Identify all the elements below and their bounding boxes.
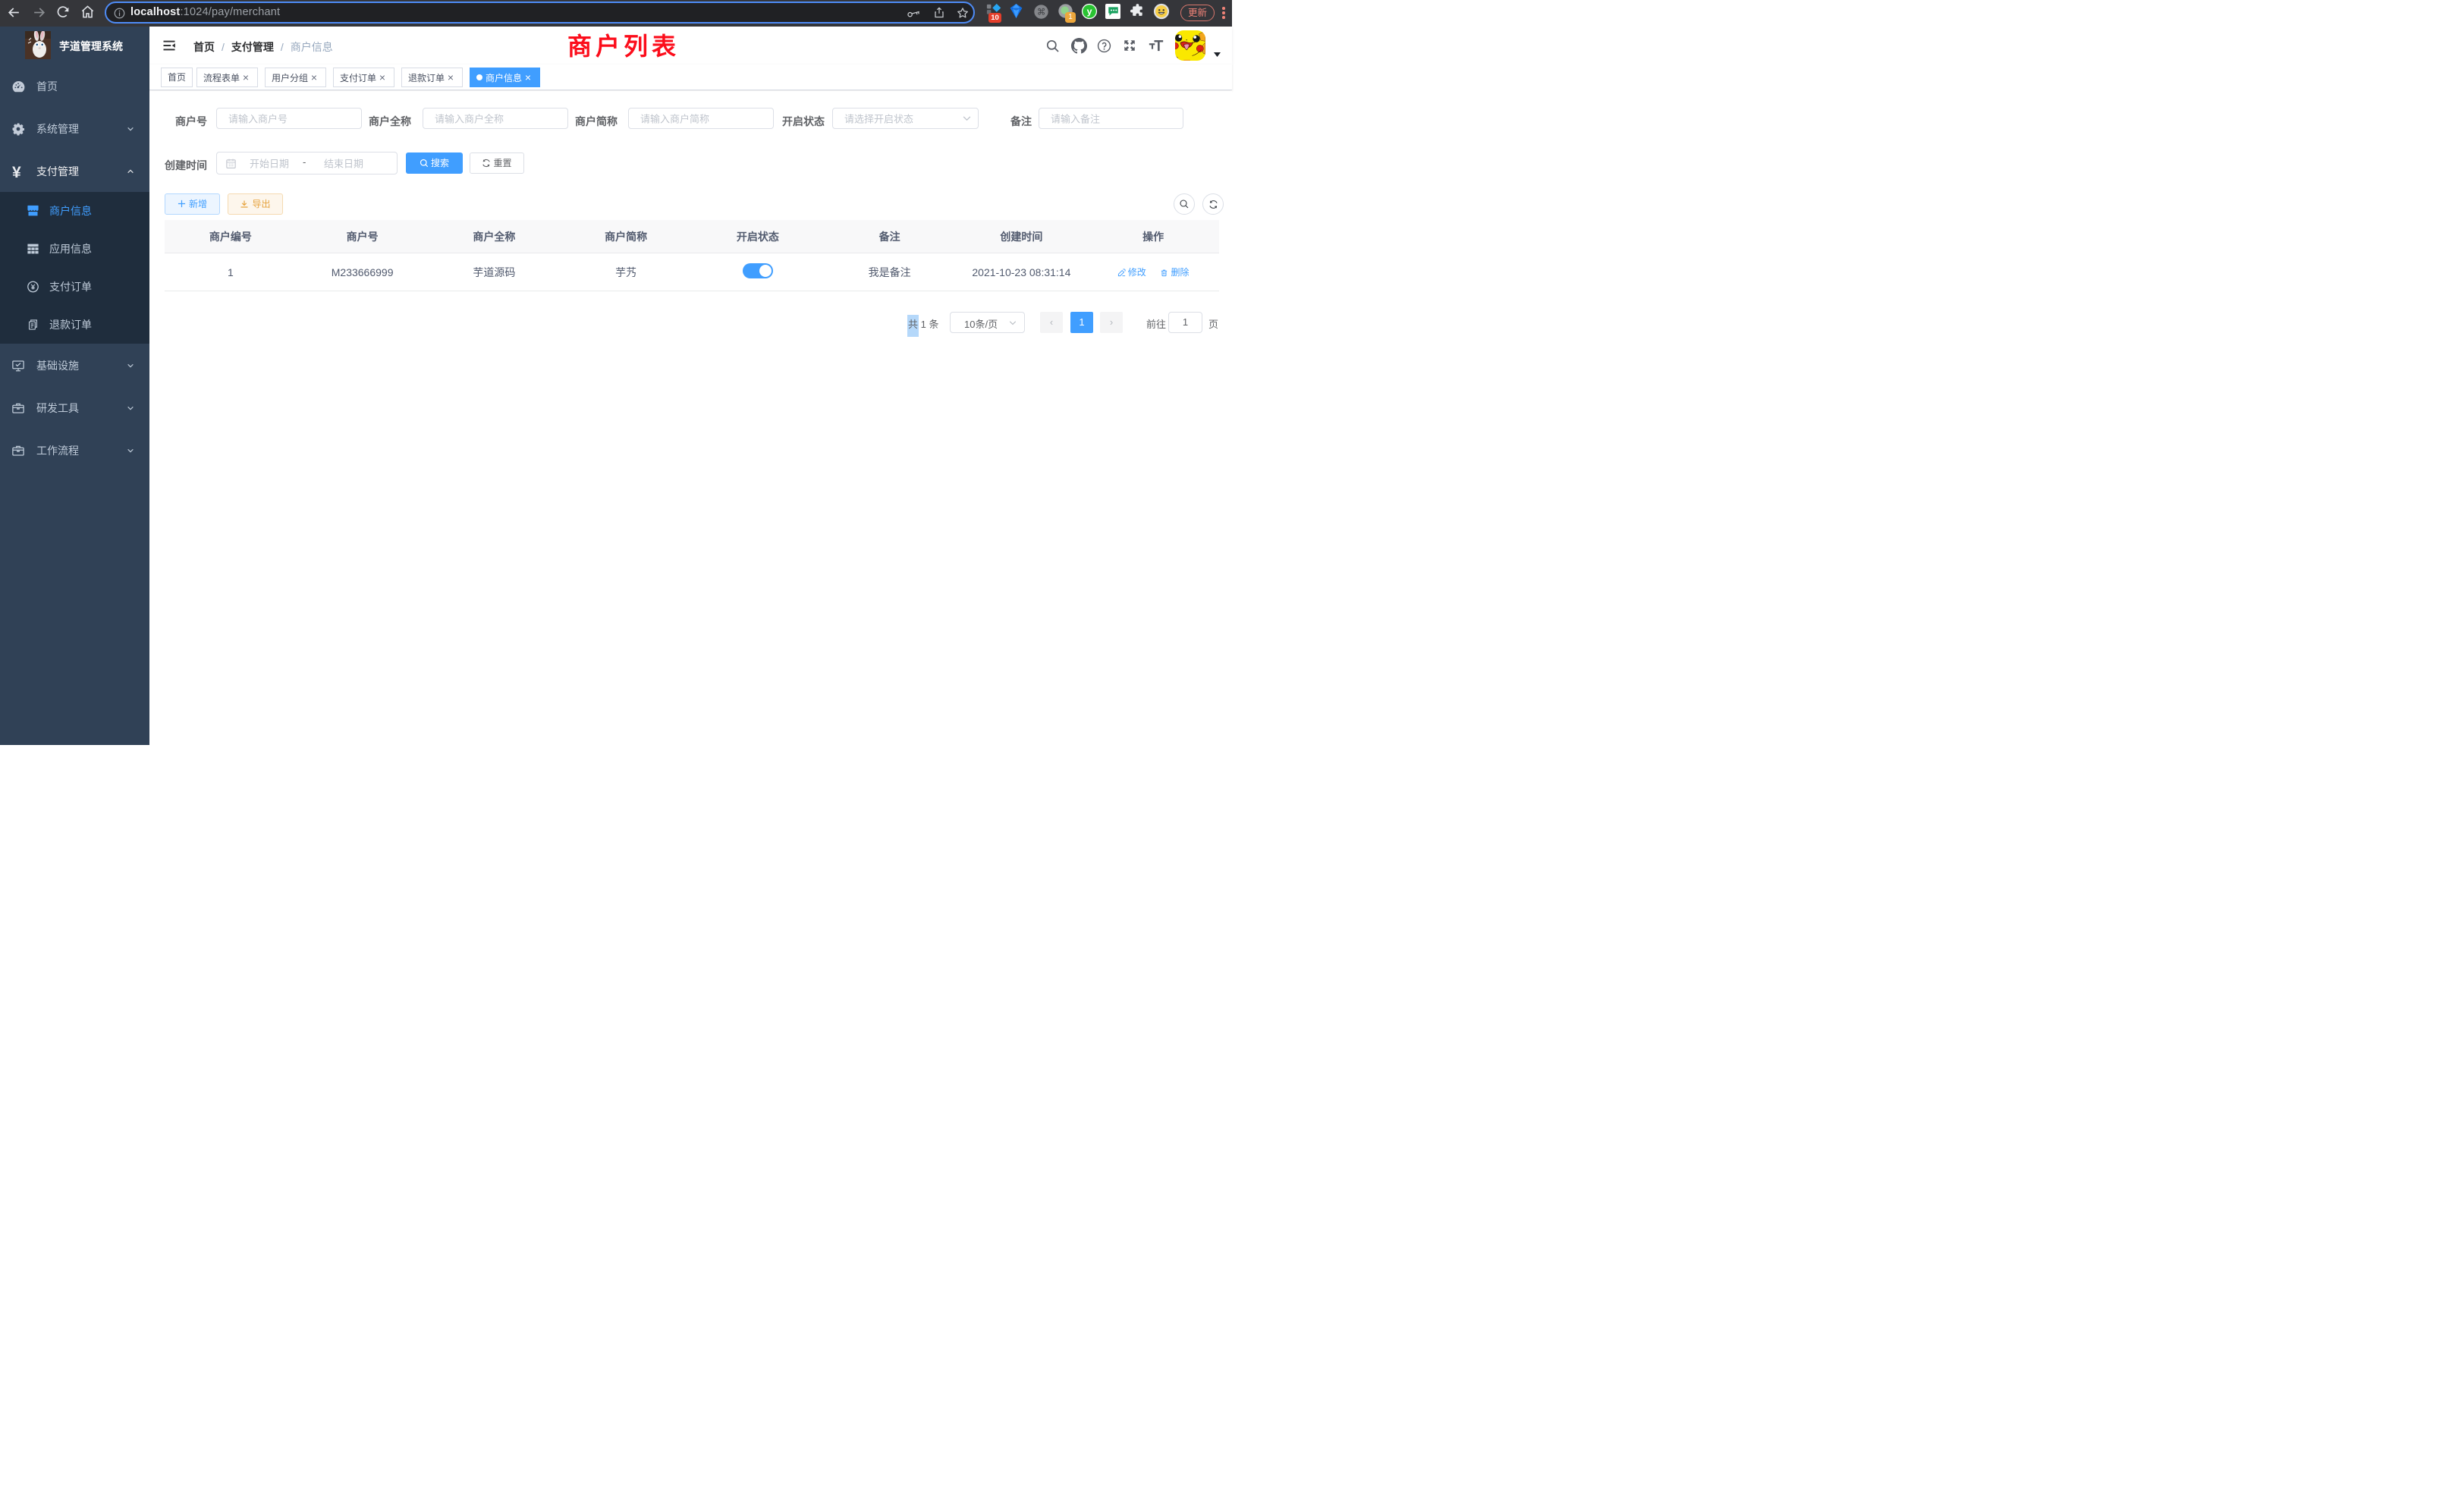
- svg-text:y: y: [1087, 6, 1092, 17]
- svg-text:⌘: ⌘: [1037, 8, 1045, 17]
